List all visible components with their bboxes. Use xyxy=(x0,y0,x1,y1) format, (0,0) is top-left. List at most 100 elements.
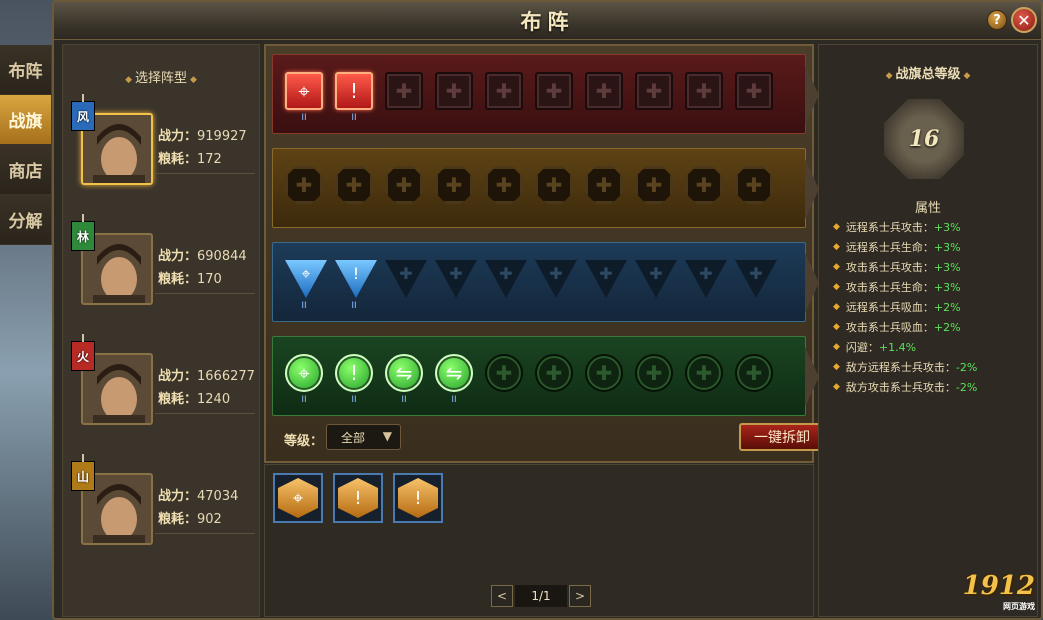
side-tab-bar: 布阵 战旗 商店 分解 xyxy=(0,45,52,245)
hero-grain: 粮耗：902 xyxy=(158,512,222,527)
page-indicator: 1/1 xyxy=(515,585,567,607)
flag-slot-empty[interactable]: ✚ xyxy=(485,166,523,204)
bullet-icon: ◆ xyxy=(833,222,840,232)
chevron-down-icon: ▼ xyxy=(382,429,392,443)
flag-slot-empty[interactable]: ✚ xyxy=(535,354,573,392)
flag-slot-empty[interactable]: ✚ xyxy=(735,260,777,298)
hero-row[interactable]: 林 战力：690844 粮耗：170 xyxy=(71,214,261,305)
slot-level-badge: II xyxy=(301,113,307,123)
flag-slot-empty[interactable]: ✚ xyxy=(585,354,623,392)
flag-slot-empty[interactable]: ✚ xyxy=(635,166,673,204)
next-page-button[interactable]: > xyxy=(569,585,591,607)
slot-level-badge: II xyxy=(351,301,357,311)
attribute-item: ◆ 攻击系士兵吸血： +2% xyxy=(833,320,961,335)
inventory-flag-item[interactable]: ⌖ xyxy=(273,473,323,523)
inventory-flag-item[interactable]: ! xyxy=(393,473,443,523)
flag-slot-empty[interactable]: ✚ xyxy=(685,260,727,298)
unequip-all-button[interactable]: 一键拆卸 xyxy=(739,423,825,451)
diamond-icon: ◆ xyxy=(125,75,132,85)
flag-slot-filled[interactable]: ⇋ xyxy=(435,354,473,392)
flag-slot-empty[interactable]: ✚ xyxy=(685,72,723,110)
flag-slot-empty[interactable]: ✚ xyxy=(385,166,423,204)
flag-slot-empty[interactable]: ✚ xyxy=(385,260,427,298)
hero-grain: 粮耗：170 xyxy=(158,272,222,287)
flag-slot-empty[interactable]: ✚ xyxy=(635,354,673,392)
bullet-icon: ◆ xyxy=(833,242,840,252)
flag-slot-empty[interactable]: ✚ xyxy=(485,260,527,298)
divider xyxy=(155,173,255,174)
flag-slot-empty[interactable]: ✚ xyxy=(285,166,323,204)
attribute-item: ◆ 敌方远程系士兵攻击： -2% xyxy=(833,360,978,375)
close-icon[interactable]: ✕ xyxy=(1011,7,1037,33)
flag-slot-filled[interactable]: ! xyxy=(335,354,373,392)
flag-slot-empty[interactable]: ✚ xyxy=(685,354,723,392)
flag-slot-empty[interactable]: ✚ xyxy=(735,72,773,110)
flag-slot-empty[interactable]: ✚ xyxy=(535,260,577,298)
flag-slot-empty[interactable]: ✚ xyxy=(485,72,523,110)
tab-war-flag[interactable]: 战旗 xyxy=(0,95,51,145)
slot-level-badge: II xyxy=(351,113,357,123)
prev-page-button[interactable]: < xyxy=(491,585,513,607)
flag-slot-empty[interactable]: ✚ xyxy=(585,166,623,204)
flag-slot-empty[interactable]: ✚ xyxy=(435,72,473,110)
flag-slot-filled[interactable]: ⌖ xyxy=(285,354,323,392)
flag-slot-filled[interactable]: ! xyxy=(335,72,373,110)
flag-slot-filled[interactable]: ⌖ xyxy=(285,72,323,110)
tab-decompose[interactable]: 分解 xyxy=(0,195,51,245)
bullet-icon: ◆ xyxy=(833,302,840,312)
flag-lane-red: ⌖ II! II ✚ ✚ ✚ ✚ ✚ ✚ ✚ ✚ xyxy=(272,54,819,134)
flag-lane-blue: ⌖ II! II ✚ ✚ ✚ ✚ ✚ ✚ ✚ ✚ xyxy=(272,242,819,322)
flag-slot-filled[interactable]: ⌖ xyxy=(285,260,327,298)
flag-slot-empty[interactable]: ✚ xyxy=(335,166,373,204)
flag-slot-empty[interactable]: ✚ xyxy=(635,260,677,298)
hero-grain: 粮耗：1240 xyxy=(158,392,231,407)
level-select[interactable]: 全部 ▼ xyxy=(326,424,401,450)
bullet-icon: ◆ xyxy=(833,322,840,332)
tab-formation[interactable]: 布阵 xyxy=(0,45,51,95)
flag-slot-empty[interactable]: ✚ xyxy=(585,260,627,298)
faction-banner: 林 xyxy=(71,214,95,251)
hero-row[interactable]: 山 战力：47034 粮耗：902 xyxy=(71,454,261,545)
divider xyxy=(155,293,255,294)
flag-slot-empty[interactable]: ✚ xyxy=(735,354,773,392)
flag-level-heading: ◆ 战旗总等级 ◆ xyxy=(885,67,971,82)
hero-power: 战力：919927 xyxy=(158,129,247,144)
flag-slot-empty[interactable]: ✚ xyxy=(585,72,623,110)
flag-slot-empty[interactable]: ✚ xyxy=(685,166,723,204)
flag-level-emblem: 16 xyxy=(884,99,964,179)
slot-level-badge: II xyxy=(301,301,307,311)
pager: < 1/1 > xyxy=(491,585,591,607)
flag-slot-empty[interactable]: ✚ xyxy=(735,166,773,204)
flag-slot-empty[interactable]: ✚ xyxy=(485,354,523,392)
bullet-icon: ◆ xyxy=(833,262,840,272)
flag-level-value: 16 xyxy=(908,126,940,152)
tab-shop[interactable]: 商店 xyxy=(0,145,51,195)
flag-slot-filled[interactable]: ! xyxy=(335,260,377,298)
flag-slot-filled[interactable]: ⇋ xyxy=(385,354,423,392)
attribute-list: ◆ 远程系士兵攻击： +3% ◆ 远程系士兵生命： +3% ◆ 攻击系士兵攻击： +3% ◆ 攻击系… xyxy=(833,217,977,397)
faction-banner: 火 xyxy=(71,334,95,371)
faction-banner: 风 xyxy=(71,94,95,131)
hero-power: 战力：690844 xyxy=(158,249,247,264)
attribute-section-title: 属性 xyxy=(914,201,941,216)
inventory-flag-item[interactable]: ! xyxy=(333,473,383,523)
flag-slot-empty[interactable]: ✚ xyxy=(535,166,573,204)
hero-power: 战力：47034 xyxy=(158,489,239,504)
title-bar: 布阵 ? ✕ xyxy=(54,2,1041,40)
diamond-icon: ◆ xyxy=(963,71,971,81)
hero-row[interactable]: 风 战力：919927 粮耗：172 › xyxy=(71,94,272,185)
slot-level-badge: II xyxy=(451,395,457,405)
flag-slot-empty[interactable]: ✚ xyxy=(385,72,423,110)
bullet-icon: ◆ xyxy=(833,282,840,292)
help-icon[interactable]: ? xyxy=(987,10,1007,30)
flag-slot-empty[interactable]: ✚ xyxy=(435,260,477,298)
hero-row[interactable]: 火 战力：1666277 粮耗：1240 xyxy=(71,334,261,425)
diamond-icon: ◆ xyxy=(190,75,197,85)
attribute-item: ◆ 敌方攻击系士兵攻击： -2% xyxy=(833,380,978,395)
flag-slot-empty[interactable]: ✚ xyxy=(535,72,573,110)
flag-slot-empty[interactable]: ✚ xyxy=(635,72,673,110)
slot-level-badge: II xyxy=(301,395,307,405)
flag-slot-empty[interactable]: ✚ xyxy=(435,166,473,204)
faction-banner: 山 xyxy=(71,454,95,491)
formation-board: ⌖ II! II ✚ ✚ ✚ ✚ ✚ ✚ ✚ ✚ ✚ ✚ ✚ ✚ ✚ ✚ ✚ ✚ ✚ ✚ ⌖ II! II ✚ ✚ ✚ ✚ ✚ ✚ ✚ ✚ ⌖ I… xyxy=(264,44,825,463)
